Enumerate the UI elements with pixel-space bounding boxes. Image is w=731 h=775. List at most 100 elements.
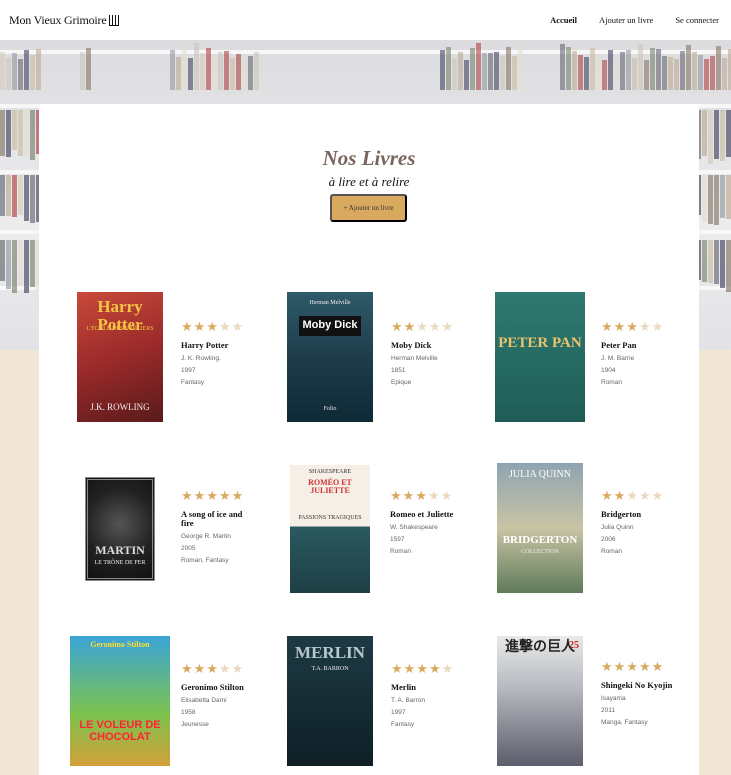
star-rating: ★ ★ ★ ★ ★ [601,489,676,502]
book-cover-image[interactable]: 25 進撃の巨人 [497,636,583,766]
books-panel: Nos Livres à lire et à relire + Ajouter … [39,104,699,775]
star-icon: ★ [218,661,231,676]
book-card[interactable]: JULIA QUINN BRIDGERTON COLLECTION ★ ★ ★ ★ ★ Brid… [497,463,707,603]
book-genre: Roman [601,548,622,555]
book-author: George R. Martin [181,533,231,540]
book-info: ★ ★ ★ ★ ★ A song of ice and fire George R. Mar… [181,489,256,567]
book-cover-image[interactable]: L'ÉCOLE DES SORCIERS Harry Potter J.K. ROW… [77,292,163,422]
book-title[interactable]: Merlin [391,683,466,692]
cover-title: MERLIN [295,643,365,662]
book-author: T. A. Barron [391,697,425,704]
star-rating: ★ ★ ★ ★ ★ [181,662,256,675]
star-icon: ★ [181,488,193,503]
book-info: ★ ★ ★ ★ ★ Merlin T. A. Barron 1997 Fantasy [391,662,466,731]
book-cover-image[interactable]: LE TRÔNE DE FER MARTIN [85,477,155,581]
star-icon: ★ [231,319,244,334]
book-title[interactable]: Peter Pan [601,341,676,350]
book-card[interactable]: PETER PAN ★ ★ ★ ★ ★ Peter Pan J. M. Barrie 1904 R… [495,292,705,432]
cover-title: Harry Potter [97,297,143,334]
book-title[interactable]: Bridgerton [601,510,676,519]
cover-footer: Folio [323,406,337,412]
book-author: Julia Quinn [601,524,634,531]
cover-footer: J.K. ROWLING [90,402,150,412]
book-title[interactable]: A song of ice and fire [181,510,256,528]
book-year: 2011 [601,707,615,714]
book-cover-image[interactable]: PETER PAN [495,292,585,422]
book-meta: Herman Melville 1851 Epique [391,353,466,389]
star-icon: ★ [427,488,440,503]
page-title: Nos Livres [322,146,416,170]
add-book-button[interactable]: + Ajouter un livre [330,194,407,222]
star-icon: ★ [601,319,613,334]
book-title[interactable]: Geronimo Stilton [181,683,256,692]
book-year: 1997 [391,709,406,716]
book-card[interactable]: Geronimo Stilton LE VOLEUR DE CHOCOLAT ★ ★ ★… [70,636,280,775]
book-card[interactable]: LE TRÔNE DE FER MARTIN ★ ★ ★ ★ ★ A song of ice … [85,477,295,617]
cover-footer: PASSIONS TRAGIQUES [298,515,362,521]
star-icon: ★ [206,488,218,503]
cover-subtitle: JULIA QUINN [509,469,571,480]
star-icon: ★ [206,661,218,676]
star-icon: ★ [390,488,402,503]
star-rating: ★ ★ ★ ★ ★ [181,489,256,502]
book-cover-image[interactable]: T.A. BARRON MERLIN [287,636,373,766]
book-meta: Julia Quinn 2006 Roman [601,522,676,558]
book-genre: Roman [601,379,622,386]
star-icon: ★ [231,661,244,676]
star-icon: ★ [651,319,664,334]
book-title[interactable]: Moby Dick [391,341,466,350]
book-genre: Manga, Fantasy [601,719,648,726]
star-icon: ★ [626,319,638,334]
book-card[interactable]: 25 進撃の巨人 ★ ★ ★ ★ ★ Shingeki No Kyojin Isayama 201… [497,636,707,775]
cover-title: BRIDGERTON [502,534,578,546]
book-year: 1997 [181,367,196,374]
book-cover-image[interactable]: Herman Melville Moby Dick Folio [287,292,373,422]
star-icon: ★ [193,661,206,676]
book-author: J. K. Rowling. [181,355,221,362]
book-info: ★ ★ ★ ★ ★ Peter Pan J. M. Barrie 1904 Roman [601,320,676,389]
book-year: 1904 [601,367,616,374]
book-card[interactable]: SHAKESPEARE ROMÉO ET JULIETTE PASSIONS TRA… [290,465,500,605]
book-info: ★ ★ ★ ★ ★ Shingeki No Kyojin Isayama 2011 Manga,… [601,660,676,729]
book-card[interactable]: Herman Melville Moby Dick Folio ★ ★ ★ ★ ★ Moby D… [287,292,497,432]
star-icon: ★ [415,488,427,503]
star-rating: ★ ★ ★ ★ ★ [601,660,676,673]
book-card[interactable]: L'ÉCOLE DES SORCIERS Harry Potter J.K. ROW… [77,292,287,432]
nav-se-connecter[interactable]: Se connecter [675,15,719,25]
cover-title: LE VOLEUR DE CHOCOLAT [79,719,161,743]
cover-title: ROMÉO ET JULIETTE [308,478,352,496]
star-rating: ★ ★ ★ ★ ★ [391,320,466,333]
book-title[interactable]: Harry Potter [181,341,256,350]
book-card[interactable]: T.A. BARRON MERLIN ★ ★ ★ ★ ★ Merlin T. A. Barron… [287,636,497,775]
site-logo[interactable]: Mon Vieux Grimoire [9,13,120,28]
book-meta: T. A. Barron 1997 Fantasy [391,695,466,731]
book-cover-image[interactable]: JULIA QUINN BRIDGERTON COLLECTION [497,463,583,593]
star-rating: ★ ★ ★ ★ ★ [601,320,676,333]
book-author: W. Shakespeare [390,524,438,531]
book-cover-image[interactable]: SHAKESPEARE ROMÉO ET JULIETTE PASSIONS TRA… [290,465,370,593]
star-icon: ★ [638,659,651,674]
book-author: Elisabetta Dami [181,697,227,704]
star-icon: ★ [403,661,416,676]
star-icon: ★ [613,659,626,674]
cover-title: Moby Dick [299,316,361,336]
cover-subtitle: Herman Melville [309,300,351,306]
star-icon: ★ [206,319,218,334]
cover-subtitle: T.A. BARRON [311,666,349,672]
book-info: ★ ★ ★ ★ ★ Moby Dick Herman Melville 1851 Epique [391,320,466,389]
star-icon: ★ [613,319,626,334]
book-cover-image[interactable]: Geronimo Stilton LE VOLEUR DE CHOCOLAT [70,636,170,766]
nav-ajouter-livre[interactable]: Ajouter un livre [599,15,653,25]
logo-text[interactable]: Mon Vieux Grimoire [9,13,107,28]
star-icon: ★ [638,319,651,334]
star-icon: ★ [181,661,193,676]
nav-accueil[interactable]: Accueil [550,15,577,25]
book-title[interactable]: Shingeki No Kyojin [601,681,676,690]
star-icon: ★ [651,659,664,674]
book-genre: Jeunesse [181,721,209,728]
book-info: ★ ★ ★ ★ ★ Bridgerton Julia Quinn 2006 Roman [601,489,676,558]
star-icon: ★ [231,488,244,503]
star-icon: ★ [601,659,613,674]
book-title[interactable]: Romeo et Juliette [390,510,465,519]
star-icon: ★ [613,488,626,503]
